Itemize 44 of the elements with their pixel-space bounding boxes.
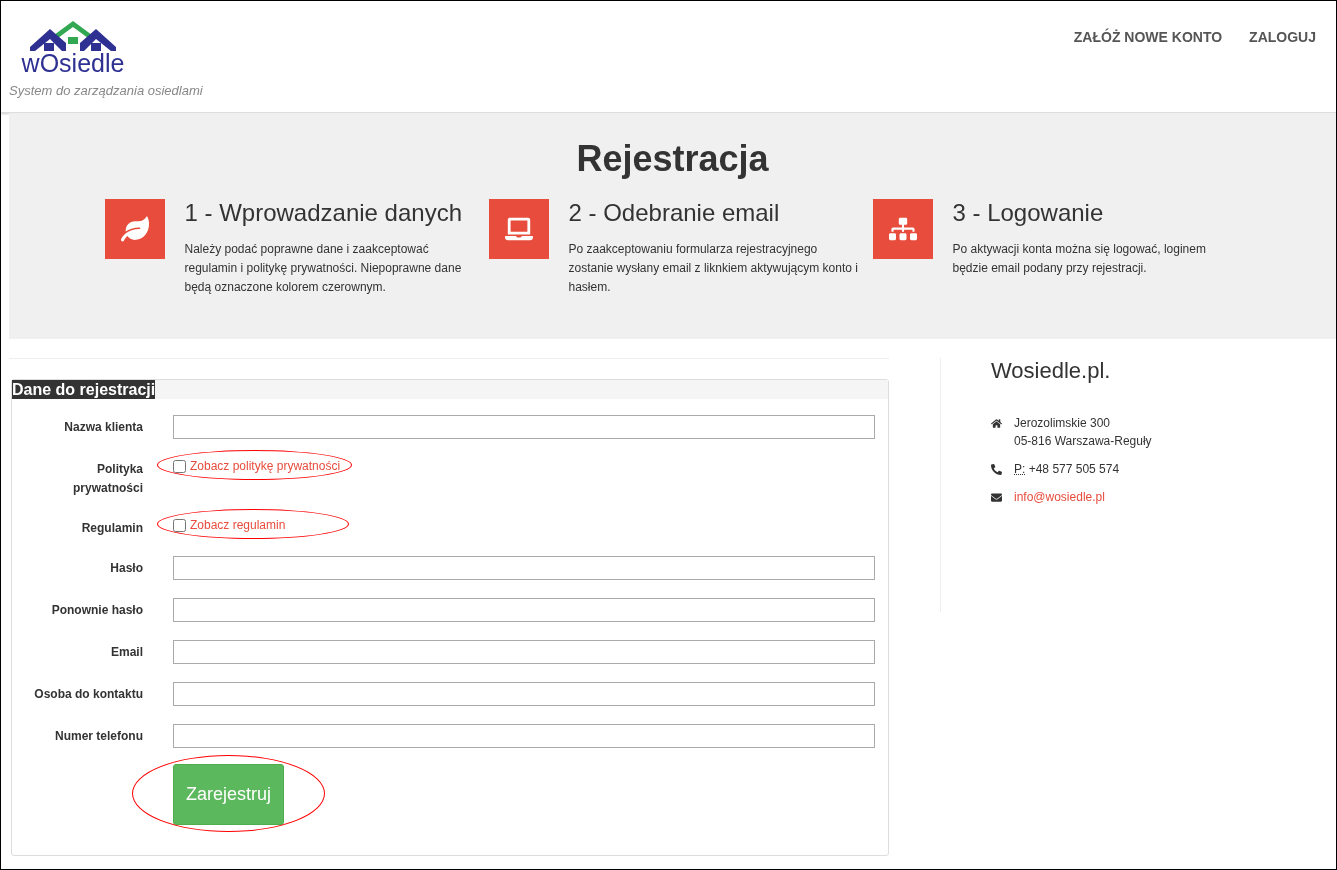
- field-label: Regulamin: [80, 520, 143, 537]
- step-description: Należy podać poprawne dane i zaakceptować regulamin i politykę prywatności. Niepoprawne dane będą oznaczone kolorem czerownym.: [184, 241, 463, 296]
- leaf-icon: [120, 215, 149, 243]
- laptop-icon: [504, 215, 533, 243]
- input-field[interactable]: [173, 640, 875, 664]
- contact-title: Wosiedle.pl.: [991, 358, 1112, 384]
- input-field[interactable]: [173, 415, 875, 439]
- step-title: 1 - Wprowadzanie danych: [184, 199, 463, 227]
- step-title: 3 - Logowanie: [952, 199, 1105, 227]
- logo-text: wOsiedle: [21, 51, 125, 76]
- phone-label: P:: [1014, 462, 1026, 476]
- policy-link[interactable]: Zobacz regulamin: [190, 518, 286, 532]
- input-field[interactable]: [173, 682, 875, 706]
- phone-number: +48 577 505 574: [1028, 462, 1120, 476]
- page-title: Rejestracja: [576, 138, 769, 180]
- home-icon: [991, 417, 1002, 429]
- tagline: System do zarządzania osiedlami: [9, 83, 203, 98]
- field-label: Numer telefonu: [54, 728, 143, 745]
- step-title: 2 - Odebranie email: [568, 199, 781, 227]
- logo-houses-icon: [30, 21, 116, 53]
- field-label: Polityka prywatności: [71, 461, 143, 497]
- envelope-icon: [991, 491, 1002, 503]
- input-field[interactable]: [173, 598, 875, 622]
- checkbox[interactable]: [173, 459, 186, 473]
- register-button[interactable]: Zarejestruj: [173, 764, 284, 825]
- field-label: Hasło: [109, 560, 143, 577]
- nav-link[interactable]: ZALOGUJ: [1249, 29, 1316, 47]
- field-label: Email: [110, 644, 143, 661]
- checkbox[interactable]: [173, 518, 186, 532]
- field-label: Ponownie hasło: [50, 602, 143, 619]
- sitemap-icon: [888, 215, 917, 243]
- input-field[interactable]: [173, 556, 875, 580]
- policy-link[interactable]: Zobacz politykę prywatności: [190, 459, 341, 473]
- address-line: Jerozolimskie 300: [1014, 415, 1112, 432]
- input-field[interactable]: [173, 724, 875, 748]
- step-description: Po aktywacji konta można się logować, loginem będzie email podany przy rejestracji.: [952, 241, 1207, 277]
- panel-title: Dane do rejestracji: [12, 380, 156, 399]
- step-description: Po zaakceptowaniu formularza rejestracyjnego zostanie wysłany email z liknkiem aktywującym konto i hasłem.: [568, 241, 859, 296]
- phone-icon: [991, 463, 1002, 475]
- email-link[interactable]: info@wosiedle.pl: [1014, 488, 1105, 506]
- address-line: 05-816 Warszawa-Reguły: [1014, 433, 1152, 450]
- field-label: Osoba do kontaktu: [33, 686, 143, 703]
- field-label: Nazwa klienta: [63, 419, 143, 436]
- nav-link[interactable]: ZAŁÓŻ NOWE KONTO: [1073, 29, 1223, 47]
